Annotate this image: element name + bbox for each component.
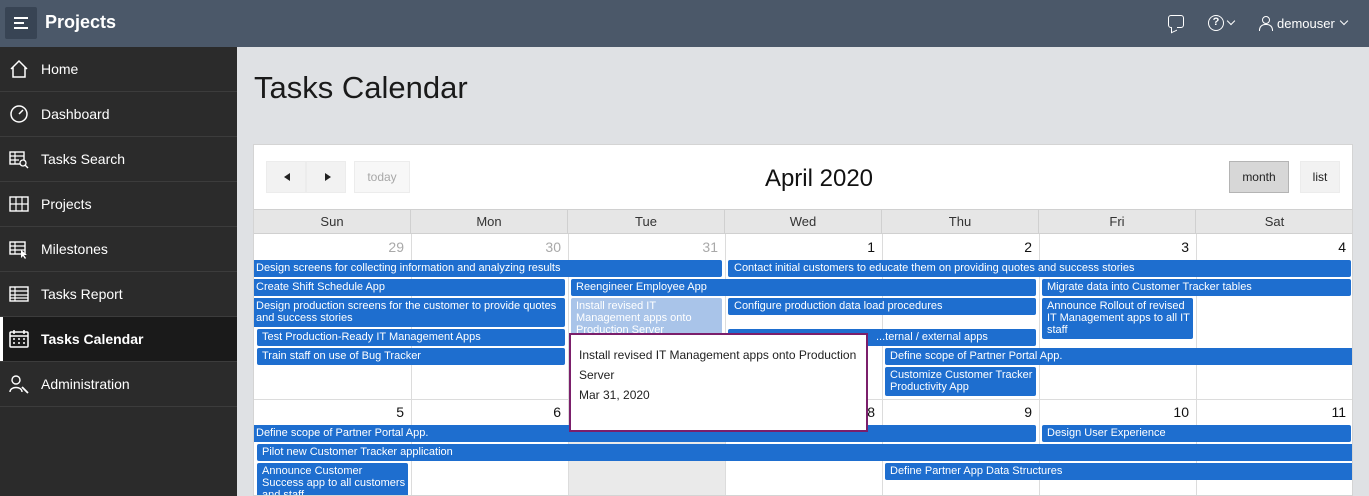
user-wrench-icon	[9, 375, 29, 394]
user-name: demouser	[1277, 15, 1335, 31]
day-number[interactable]: 3	[1039, 239, 1189, 255]
page-title: Tasks Calendar	[254, 70, 468, 105]
weekday-label: Wed	[725, 210, 882, 234]
calendar-icon	[9, 330, 29, 348]
list-view-button[interactable]: list	[1300, 161, 1340, 193]
menu-icon-bar	[14, 22, 24, 24]
top-header: Projects ? demouser	[0, 0, 1369, 47]
calendar-event[interactable]: Configure production data load procedure…	[728, 298, 1036, 315]
day-number[interactable]: 9	[882, 404, 1032, 420]
calendar-event[interactable]: Install revised IT Management apps onto …	[571, 298, 722, 335]
app-title[interactable]: Projects	[45, 12, 116, 33]
weekday-label: Sat	[1264, 214, 1285, 229]
day-number[interactable]: 4	[1196, 239, 1346, 255]
tooltip-date: Mar 31, 2020	[579, 388, 650, 402]
user-icon	[1259, 16, 1273, 31]
day-number[interactable]: 11	[1196, 404, 1346, 420]
weekday-label: Thu	[882, 210, 1039, 234]
sidebar-item-dashboard[interactable]: Dashboard	[0, 92, 237, 137]
dashboard-icon	[10, 105, 28, 123]
day-number[interactable]: 6	[411, 404, 561, 420]
user-menu-button[interactable]: demouser	[1259, 14, 1349, 32]
day-number[interactable]: 29	[254, 239, 404, 255]
sidebar-item-projects[interactable]: Projects	[0, 182, 237, 227]
sidebar-item-label: Projects	[41, 196, 92, 212]
weekday-label: Fri	[1039, 210, 1196, 234]
sidebar-item-label: Tasks Calendar	[41, 331, 144, 347]
calendar-event[interactable]: Migrate data into Customer Tracker table…	[1042, 279, 1351, 296]
calendar-event[interactable]: Test Production-Ready IT Management Apps	[257, 329, 565, 346]
day-number[interactable]: 10	[1039, 404, 1189, 420]
calendar-event[interactable]: Train staff on use of Bug Tracker	[257, 348, 565, 365]
table-icon	[9, 286, 29, 302]
day-number[interactable]: 1	[725, 239, 875, 255]
table-pointer-icon	[9, 241, 27, 259]
calendar-event[interactable]: Contact initial customers to educate the…	[728, 260, 1351, 277]
weekday-label: Mon	[411, 210, 568, 234]
calendar-event[interactable]: Customize Customer Tracker Productivity …	[885, 367, 1036, 396]
calendar-event[interactable]: Design User Experience	[1042, 425, 1351, 442]
feedback-icon[interactable]	[1168, 15, 1184, 28]
sidebar-nav: Home Dashboard Tasks Search Projects Mil…	[0, 47, 237, 496]
sidebar-item-tasks-calendar[interactable]: Tasks Calendar	[0, 317, 237, 362]
calendar-event[interactable]: Define scope of Partner Portal App.	[885, 348, 1352, 365]
sidebar-item-tasks-report[interactable]: Tasks Report	[0, 272, 237, 317]
weekday-label: Tue	[568, 210, 725, 234]
calendar-event[interactable]: Define Partner App Data Structures	[885, 463, 1352, 480]
day-number[interactable]: 2	[882, 239, 1032, 255]
sidebar-item-label: Administration	[41, 376, 130, 392]
weekday-label: Sun	[254, 210, 411, 234]
grid-icon	[9, 196, 29, 212]
calendar-title: April 2020	[764, 165, 874, 192]
menu-icon-bar	[14, 27, 28, 29]
weekday-header: Sun Mon Tue Wed Thu Fri Sat	[254, 209, 1352, 234]
sidebar-item-home[interactable]: Home	[0, 47, 237, 92]
sidebar-item-label: Tasks Search	[41, 151, 126, 167]
calendar-event[interactable]: Reengineer Employee App	[571, 279, 1036, 296]
calendar-event[interactable]: Create Shift Schedule App	[254, 279, 565, 296]
calendar-event[interactable]: Pilot new Customer Tracker application	[257, 444, 1352, 461]
tasks-calendar: today April 2020 month list Sun Mon Tue …	[253, 144, 1353, 496]
month-view-button[interactable]: month	[1229, 161, 1289, 193]
tooltip-title: Install revised IT Management apps onto …	[579, 348, 857, 382]
sidebar-item-milestones[interactable]: Milestones	[0, 227, 237, 272]
day-number[interactable]: 5	[254, 404, 404, 420]
sidebar-item-tasks-search[interactable]: Tasks Search	[0, 137, 237, 182]
help-icon: ?	[1208, 15, 1224, 31]
calendar-event[interactable]: Announce Customer Success app to all cus…	[257, 463, 408, 495]
calendar-event[interactable]: Design screens for collecting informatio…	[254, 260, 722, 277]
sidebar-item-administration[interactable]: Administration	[0, 362, 237, 407]
menu-icon	[14, 17, 28, 19]
home-icon	[10, 59, 28, 78]
sidebar-item-label: Tasks Report	[41, 286, 123, 302]
sidebar-item-label: Home	[41, 61, 79, 77]
chevron-down-icon	[1339, 16, 1349, 26]
help-button[interactable]: ?	[1208, 14, 1236, 32]
calendar-event[interactable]: Design production screens for the custom…	[254, 298, 565, 327]
menu-toggle-button[interactable]	[5, 7, 37, 39]
day-number[interactable]: 31	[568, 239, 718, 255]
chevron-down-icon	[1226, 16, 1236, 26]
table-search-icon	[9, 151, 29, 169]
day-number[interactable]: 30	[411, 239, 561, 255]
sidebar-item-label: Milestones	[41, 241, 108, 257]
event-tooltip: Install revised IT Management apps onto …	[569, 333, 868, 432]
sidebar-item-label: Dashboard	[41, 106, 110, 122]
calendar-event[interactable]: Announce Rollout of revised IT Managemen…	[1042, 298, 1193, 339]
